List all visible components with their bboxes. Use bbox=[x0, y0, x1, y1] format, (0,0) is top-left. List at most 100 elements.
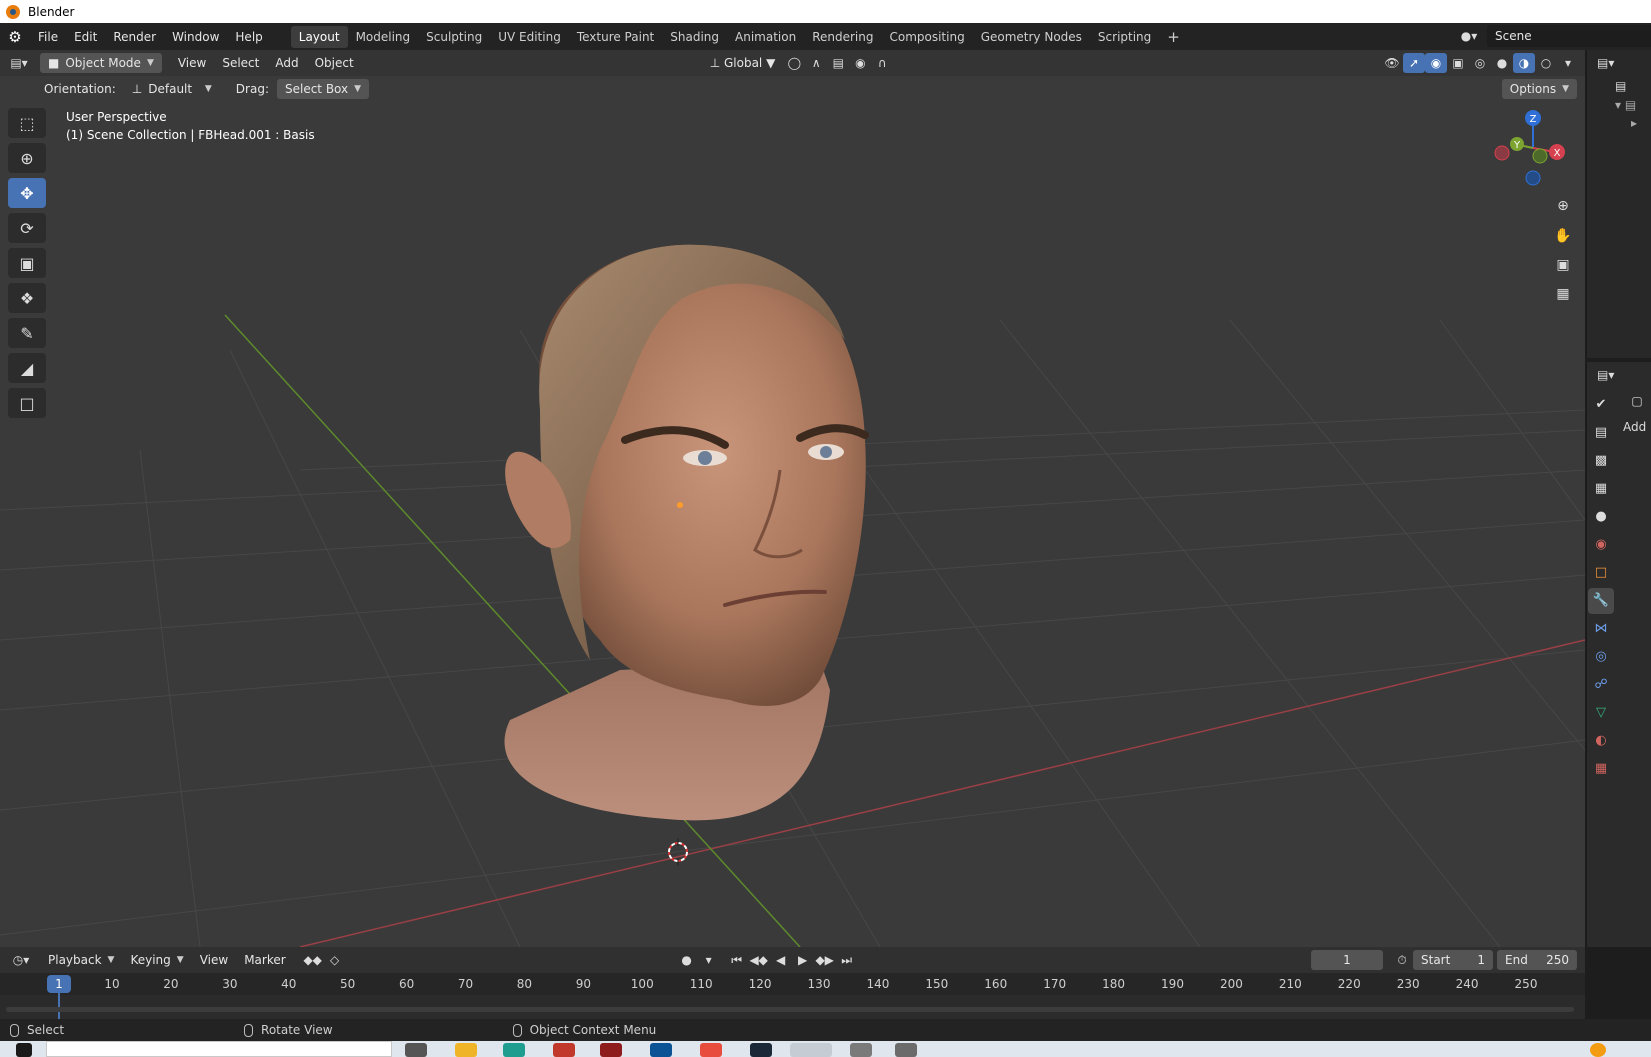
camera-view-icon[interactable]: ▣ bbox=[1550, 252, 1576, 278]
outliner-object-row[interactable]: ▸ bbox=[1587, 114, 1651, 132]
ortho-toggle-grid-icon[interactable]: ▦ bbox=[1550, 281, 1576, 307]
tab-modeling[interactable]: Modeling bbox=[348, 26, 419, 48]
tab-shading[interactable]: Shading bbox=[662, 26, 727, 48]
scene-selector[interactable]: ●▾ Scene bbox=[1451, 25, 1651, 47]
texture-tab-icon[interactable]: ▦ bbox=[1588, 756, 1614, 782]
timeline-menu-view[interactable]: View bbox=[192, 950, 236, 970]
next-keyframe-icon[interactable]: ◆▶ bbox=[814, 950, 836, 970]
particles-tab-icon[interactable]: ⋈ bbox=[1588, 616, 1614, 642]
navigation-gizmo[interactable]: Z X Y bbox=[1493, 108, 1573, 188]
start-menu-icon[interactable] bbox=[16, 1043, 32, 1057]
3d-cursor-icon[interactable] bbox=[664, 838, 692, 866]
tab-animation[interactable]: Animation bbox=[727, 26, 804, 48]
tab-uv-editing[interactable]: UV Editing bbox=[490, 26, 569, 48]
menu-render[interactable]: Render bbox=[105, 26, 164, 48]
modifier-tab-wrench-icon[interactable]: 🔧 bbox=[1588, 588, 1614, 614]
outliner-editor-icon[interactable]: ▤▾ bbox=[1597, 56, 1614, 70]
xray-toggle-icon[interactable]: ▣ bbox=[1447, 53, 1469, 73]
move-tool-icon[interactable]: ✥ bbox=[8, 178, 46, 208]
tab-compositing[interactable]: Compositing bbox=[881, 26, 972, 48]
view-layer-tab-icon[interactable]: ▦ bbox=[1588, 476, 1614, 502]
preview-range-clock-icon[interactable]: ⏱ bbox=[1391, 950, 1413, 970]
jump-end-icon[interactable]: ⏭ bbox=[836, 950, 858, 970]
outliner-collection-row[interactable]: ▾ ▤ bbox=[1587, 96, 1651, 114]
scale-tool-icon[interactable]: ▣ bbox=[8, 248, 46, 278]
timeline-editor[interactable]: ◷▾ Playback ▼ Keying ▼ View Marker ◆◆ ◇ ● … bbox=[0, 947, 1585, 1021]
zoom-view-icon[interactable]: ⊕ bbox=[1550, 193, 1576, 219]
data-tab-mesh-icon[interactable]: ▽ bbox=[1588, 700, 1614, 726]
measure-tool-icon[interactable]: ◢ bbox=[8, 353, 46, 383]
timeline-scrollbar[interactable] bbox=[6, 1007, 1574, 1012]
steam-icon[interactable] bbox=[750, 1043, 772, 1057]
menu-window[interactable]: Window bbox=[164, 26, 227, 48]
transform-tool-icon[interactable]: ❖ bbox=[8, 283, 46, 313]
maximize-icon[interactable]: ▢ bbox=[1623, 388, 1651, 414]
viewport-menu-view[interactable]: View bbox=[170, 53, 214, 73]
blender-taskbar-icon[interactable] bbox=[790, 1043, 832, 1057]
rendered-shading-icon[interactable]: ○ bbox=[1535, 53, 1557, 73]
output-tab-icon[interactable]: ▩ bbox=[1588, 448, 1614, 474]
rotate-tool-icon[interactable]: ⟳ bbox=[8, 213, 46, 243]
proportional-edit-icon[interactable]: ◉ bbox=[849, 53, 871, 73]
material-tab-icon[interactable]: ◐ bbox=[1588, 728, 1614, 754]
scene-name[interactable]: Scene bbox=[1487, 25, 1651, 47]
outliner-panel[interactable]: ▤▾ ▤ ▾ ▤ ▸ bbox=[1586, 50, 1651, 358]
viewport-menu-select[interactable]: Select bbox=[214, 53, 267, 73]
viewport-menu-object[interactable]: Object bbox=[307, 53, 362, 73]
solid-shading-icon[interactable]: ● bbox=[1491, 53, 1513, 73]
tab-scripting[interactable]: Scripting bbox=[1090, 26, 1159, 48]
tab-layout[interactable]: Layout bbox=[290, 25, 348, 48]
add-cube-tool-icon[interactable]: □ bbox=[8, 388, 46, 418]
taskbar-app-icon[interactable] bbox=[553, 1043, 575, 1057]
head-model[interactable] bbox=[480, 240, 920, 830]
weather-icon[interactable] bbox=[1590, 1043, 1606, 1057]
material-preview-shading-icon[interactable]: ◑ bbox=[1513, 53, 1535, 73]
pivot-point-icon[interactable]: ◯ bbox=[783, 53, 805, 73]
taskbar-search-box[interactable] bbox=[46, 1041, 392, 1057]
select-box-tool-icon[interactable]: ⬚ bbox=[8, 108, 46, 138]
keyframe-insert-icon[interactable]: ◇ bbox=[324, 950, 346, 970]
tab-sculpting[interactable]: Sculpting bbox=[418, 26, 490, 48]
gizmo-toggle-icon[interactable]: ➚ bbox=[1403, 53, 1425, 73]
keyframe-prev-icon[interactable]: ◆◆ bbox=[302, 950, 324, 970]
3d-viewport[interactable]: ▤ ▾ ■ Object Mode ▼ View Select Add Objec… bbox=[0, 50, 1585, 947]
constraints-tab-icon[interactable]: ☍ bbox=[1588, 672, 1614, 698]
snap-increment-icon[interactable]: ▤ bbox=[827, 53, 849, 73]
cursor-tool-icon[interactable]: ⊕ bbox=[8, 143, 46, 173]
object-tab-icon[interactable]: □ bbox=[1588, 560, 1614, 586]
physics-tab-icon[interactable]: ◎ bbox=[1588, 644, 1614, 670]
blender-menu-icon[interactable]: ⚙ bbox=[0, 28, 30, 46]
options-dropdown[interactable]: Options ▼ bbox=[1501, 79, 1577, 99]
end-frame-field[interactable]: End 250 bbox=[1497, 950, 1577, 970]
timeline-frame-ruler[interactable]: 1 10 20 30 40 50 60 70 80 90 100 110 120 130 140 150 16… bbox=[0, 973, 1585, 1021]
add-modifier-label[interactable]: Add bbox=[1623, 420, 1646, 434]
menu-edit[interactable]: Edit bbox=[66, 26, 105, 48]
play-reverse-icon[interactable]: ◀ bbox=[770, 950, 792, 970]
shading-options-chevron-icon[interactable]: ▾ bbox=[1557, 53, 1579, 73]
tab-geometry-nodes[interactable]: Geometry Nodes bbox=[973, 26, 1090, 48]
menu-help[interactable]: Help bbox=[227, 26, 270, 48]
transform-orientation-dropdown[interactable]: ⊥ Global ▼ bbox=[702, 53, 784, 73]
object-mode-dropdown[interactable]: ■ Object Mode ▼ bbox=[40, 53, 162, 73]
jump-start-icon[interactable]: ⏮ bbox=[726, 950, 748, 970]
outliner-scene-collection-row[interactable]: ▤ bbox=[1587, 76, 1651, 96]
timeline-menu-marker[interactable]: Marker bbox=[236, 950, 293, 970]
tool-tab-icon[interactable]: ✔ bbox=[1588, 392, 1614, 418]
render-tab-icon[interactable]: ▤ bbox=[1588, 420, 1614, 446]
task-view-icon[interactable] bbox=[405, 1043, 427, 1057]
taskbar-app-icon[interactable] bbox=[895, 1043, 917, 1057]
menu-file[interactable]: File bbox=[30, 26, 66, 48]
prev-keyframe-icon[interactable]: ◀◆ bbox=[748, 950, 770, 970]
viewport-menu-add[interactable]: Add bbox=[267, 53, 306, 73]
properties-editor-icon[interactable]: ▤▾ bbox=[1597, 368, 1614, 382]
drag-dropdown[interactable]: Select Box ▼ bbox=[276, 79, 370, 99]
play-icon[interactable]: ▶ bbox=[792, 950, 814, 970]
photoshop-icon[interactable] bbox=[650, 1043, 672, 1057]
playback-dropdown[interactable]: Playback ▼ bbox=[40, 950, 122, 970]
taskbar-app-icon[interactable] bbox=[600, 1043, 622, 1057]
record-options-chevron-icon[interactable]: ▾ bbox=[698, 950, 720, 970]
playhead-frame-badge[interactable]: 1 bbox=[47, 975, 71, 993]
visibility-eye-icon[interactable]: 👁 bbox=[1381, 53, 1403, 73]
tab-texture-paint[interactable]: Texture Paint bbox=[569, 26, 662, 48]
taskbar-app-icon[interactable] bbox=[503, 1043, 525, 1057]
